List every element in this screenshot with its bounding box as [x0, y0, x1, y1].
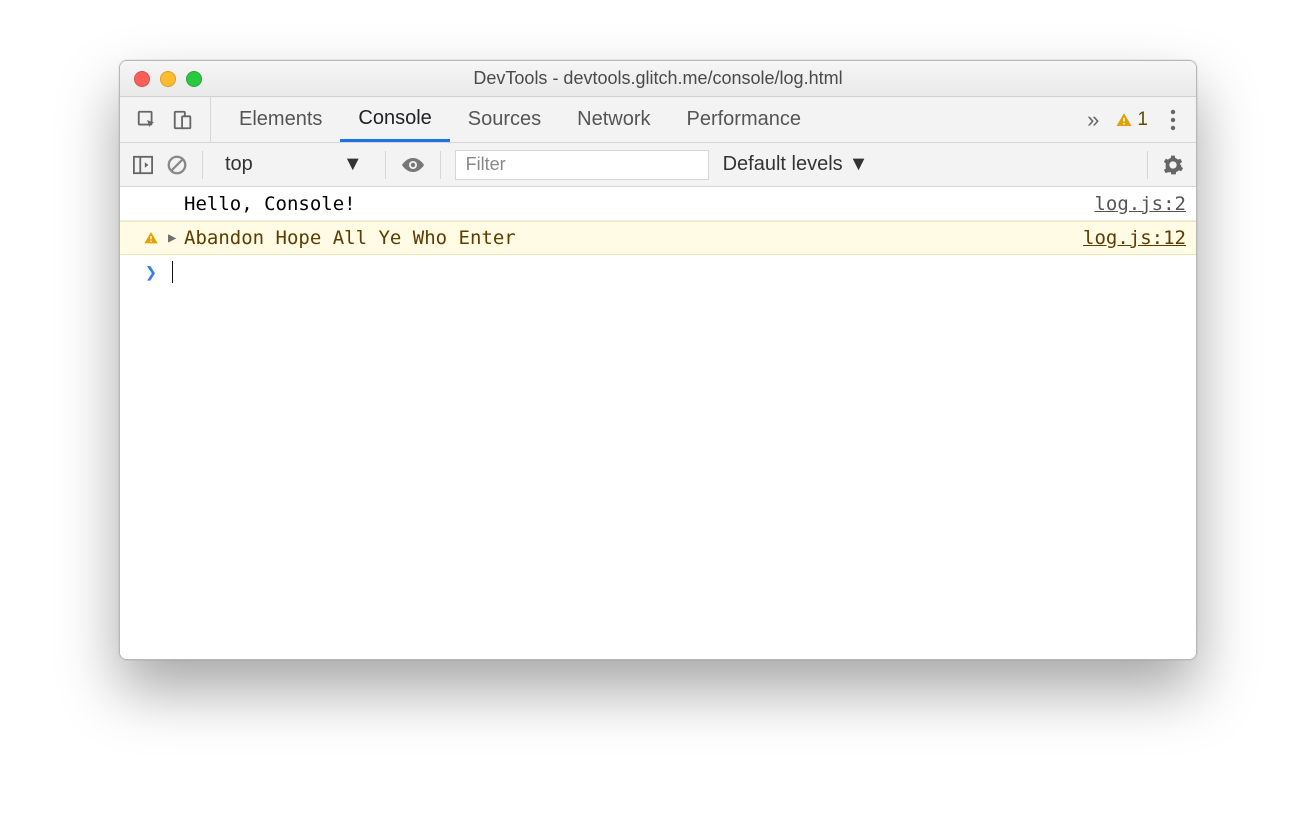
clear-console-icon[interactable] [166, 154, 188, 176]
chevron-down-icon: ▼ [849, 153, 869, 176]
devtools-tabs-bar: Elements Console Sources Network Perform… [120, 97, 1196, 143]
divider [385, 151, 386, 179]
warning-icon [134, 230, 168, 246]
chevron-down-icon: ▼ [343, 153, 363, 176]
traffic-lights [134, 71, 202, 87]
more-tabs-icon[interactable]: » [1087, 107, 1099, 133]
divider [440, 151, 441, 179]
window-title: DevTools - devtools.glitch.me/console/lo… [120, 68, 1196, 89]
context-selector[interactable]: top ▼ [217, 153, 371, 176]
eye-icon[interactable] [400, 156, 426, 174]
warning-badge[interactable]: 1 [1115, 109, 1148, 131]
window-titlebar: DevTools - devtools.glitch.me/console/lo… [120, 61, 1196, 97]
console-row: Hello, Console! log.js:2 [120, 187, 1196, 221]
window-close-button[interactable] [134, 71, 150, 87]
source-link[interactable]: log.js:2 [1094, 193, 1186, 215]
tab-elements[interactable]: Elements [221, 97, 340, 142]
console-toolbar: top ▼ Default levels ▼ [120, 143, 1196, 187]
prompt-chevron-icon: ❯ [134, 260, 168, 284]
toggle-sidebar-icon[interactable] [132, 155, 154, 175]
filter-input[interactable] [455, 150, 709, 180]
log-levels-selector[interactable]: Default levels ▼ [723, 153, 869, 176]
tab-sources[interactable]: Sources [450, 97, 559, 142]
log-message: Hello, Console! [184, 193, 1094, 215]
console-prompt[interactable]: ❯ [120, 255, 1196, 289]
warning-count: 1 [1137, 109, 1148, 131]
window-zoom-button[interactable] [186, 71, 202, 87]
tabs-right: » 1 [1073, 97, 1196, 142]
tab-list: Elements Console Sources Network Perform… [211, 97, 1073, 142]
divider [1147, 151, 1148, 179]
expand-arrow[interactable]: ▶ [168, 230, 184, 246]
levels-label: Default levels [723, 153, 843, 176]
inspect-element-icon[interactable] [136, 109, 158, 131]
kebab-menu-icon[interactable] [1164, 109, 1182, 131]
window-minimize-button[interactable] [160, 71, 176, 87]
devtools-window: DevTools - devtools.glitch.me/console/lo… [119, 60, 1197, 660]
tab-performance[interactable]: Performance [669, 97, 820, 142]
console-row-warning: ▶ Abandon Hope All Ye Who Enter log.js:1… [120, 221, 1196, 255]
context-value: top [225, 153, 253, 176]
inspect-tools [120, 97, 211, 142]
divider [202, 151, 203, 179]
log-message: Abandon Hope All Ye Who Enter [184, 227, 1083, 249]
tab-console[interactable]: Console [340, 97, 449, 142]
device-toolbar-icon[interactable] [172, 109, 194, 131]
tab-network[interactable]: Network [559, 97, 668, 142]
gear-icon[interactable] [1162, 154, 1184, 176]
text-cursor [172, 261, 173, 283]
console-output: Hello, Console! log.js:2 ▶ Abandon Hope … [120, 187, 1196, 659]
source-link[interactable]: log.js:12 [1083, 227, 1186, 249]
